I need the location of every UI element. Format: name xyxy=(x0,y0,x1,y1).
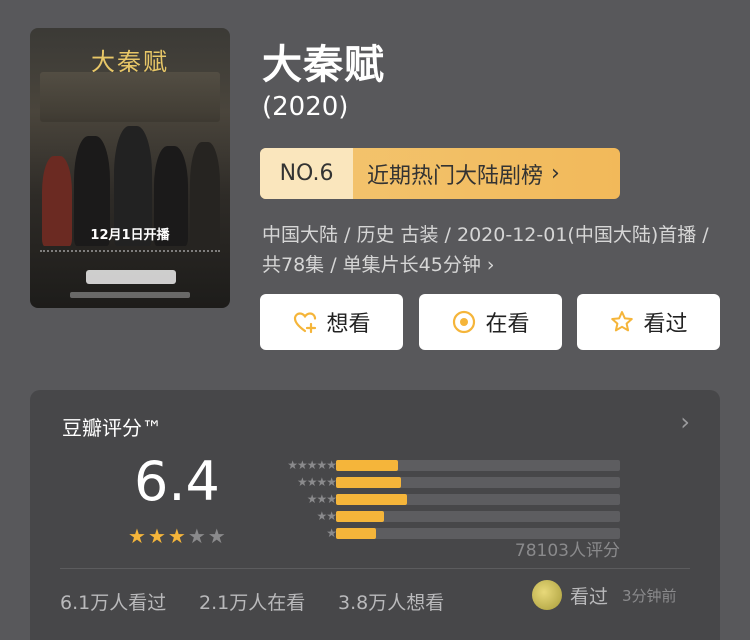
row-stars-icon: ★★ xyxy=(316,509,337,523)
watching-button[interactable]: 在看 xyxy=(419,294,562,350)
chevron-right-icon: › xyxy=(551,161,560,186)
star-icon xyxy=(611,311,634,332)
poster-air-date: 12月1日开播 xyxy=(90,228,170,243)
star-filled-icon: ★ xyxy=(167,524,188,548)
row-stars-icon: ★ xyxy=(326,526,337,540)
star-filled-icon: ★ xyxy=(128,524,148,548)
distribution-track xyxy=(336,460,620,471)
poster-palace xyxy=(40,72,220,122)
rank-number: NO.6 xyxy=(260,148,353,199)
rating-card[interactable]: 豆瓣评分™ › 6.4 ★★★★★ ★★★★★ ★★★★ ★★★ ★★ ★ 78… xyxy=(30,390,720,640)
watching-count[interactable]: 2.1万人在看 xyxy=(199,588,305,615)
rating-score: 6.4 xyxy=(134,450,220,513)
distribution-bar xyxy=(336,477,402,488)
poster-image[interactable]: 大秦赋 12月1日开播 xyxy=(30,28,230,308)
watching-label: 在看 xyxy=(485,312,530,337)
watched-button[interactable]: 看过 xyxy=(577,294,720,350)
star-empty-icon: ★ xyxy=(207,524,228,548)
star-empty-icon: ★ xyxy=(187,524,208,548)
meta-text: 中国大陆 / 历史 古装 / 2020-12-01(中国大陆)首播 / 共78集… xyxy=(262,224,709,276)
distribution-bar xyxy=(336,494,407,505)
meta-info[interactable]: 中国大陆 / 历史 古装 / 2020-12-01(中国大陆)首播 / 共78集… xyxy=(262,220,732,280)
divider xyxy=(60,568,690,569)
distribution-track xyxy=(336,494,620,505)
target-icon xyxy=(453,310,476,334)
poster-footer xyxy=(70,292,190,298)
avatar xyxy=(532,580,562,610)
rank-label-wrap: 近期热门大陆剧榜 › xyxy=(353,148,620,199)
score-stars: ★★★★★ xyxy=(128,524,228,548)
release-year: (2020) xyxy=(262,92,349,122)
want-label: 想看 xyxy=(326,312,371,337)
rating-card-title: 豆瓣评分™ xyxy=(62,416,162,440)
heart-plus-icon xyxy=(294,312,317,334)
recent-time: 3分钟前 xyxy=(622,586,677,605)
recent-activity[interactable]: 看过 3分钟前 xyxy=(532,580,677,610)
chevron-right-icon[interactable]: › xyxy=(680,408,690,436)
distribution-bar xyxy=(336,460,399,471)
distribution-bar xyxy=(336,528,376,539)
want-count[interactable]: 3.8万人想看 xyxy=(338,588,444,615)
distribution-track xyxy=(336,477,620,488)
watched-count[interactable]: 6.1万人看过 xyxy=(60,588,166,615)
row-stars-icon: ★★★ xyxy=(306,492,337,506)
distribution-track xyxy=(336,511,620,522)
chevron-right-icon: › xyxy=(486,254,495,276)
ranking-banner[interactable]: NO.6 近期热门大陆剧榜 › xyxy=(260,148,620,199)
distribution-bar xyxy=(336,511,385,522)
page-title: 大秦赋 xyxy=(262,42,385,88)
poster-logos xyxy=(86,270,176,284)
row-stars-icon: ★★★★ xyxy=(296,475,337,489)
row-stars-icon: ★★★★★ xyxy=(287,458,337,472)
recent-action: 看过 xyxy=(570,585,609,608)
poster-cast-names xyxy=(40,250,220,258)
star-filled-icon: ★ xyxy=(147,524,168,548)
rating-count: 78103人评分 xyxy=(514,541,620,561)
watched-label: 看过 xyxy=(643,312,688,337)
rank-label: 近期热门大陆剧榜 xyxy=(367,163,544,189)
want-to-watch-button[interactable]: 想看 xyxy=(260,294,403,350)
